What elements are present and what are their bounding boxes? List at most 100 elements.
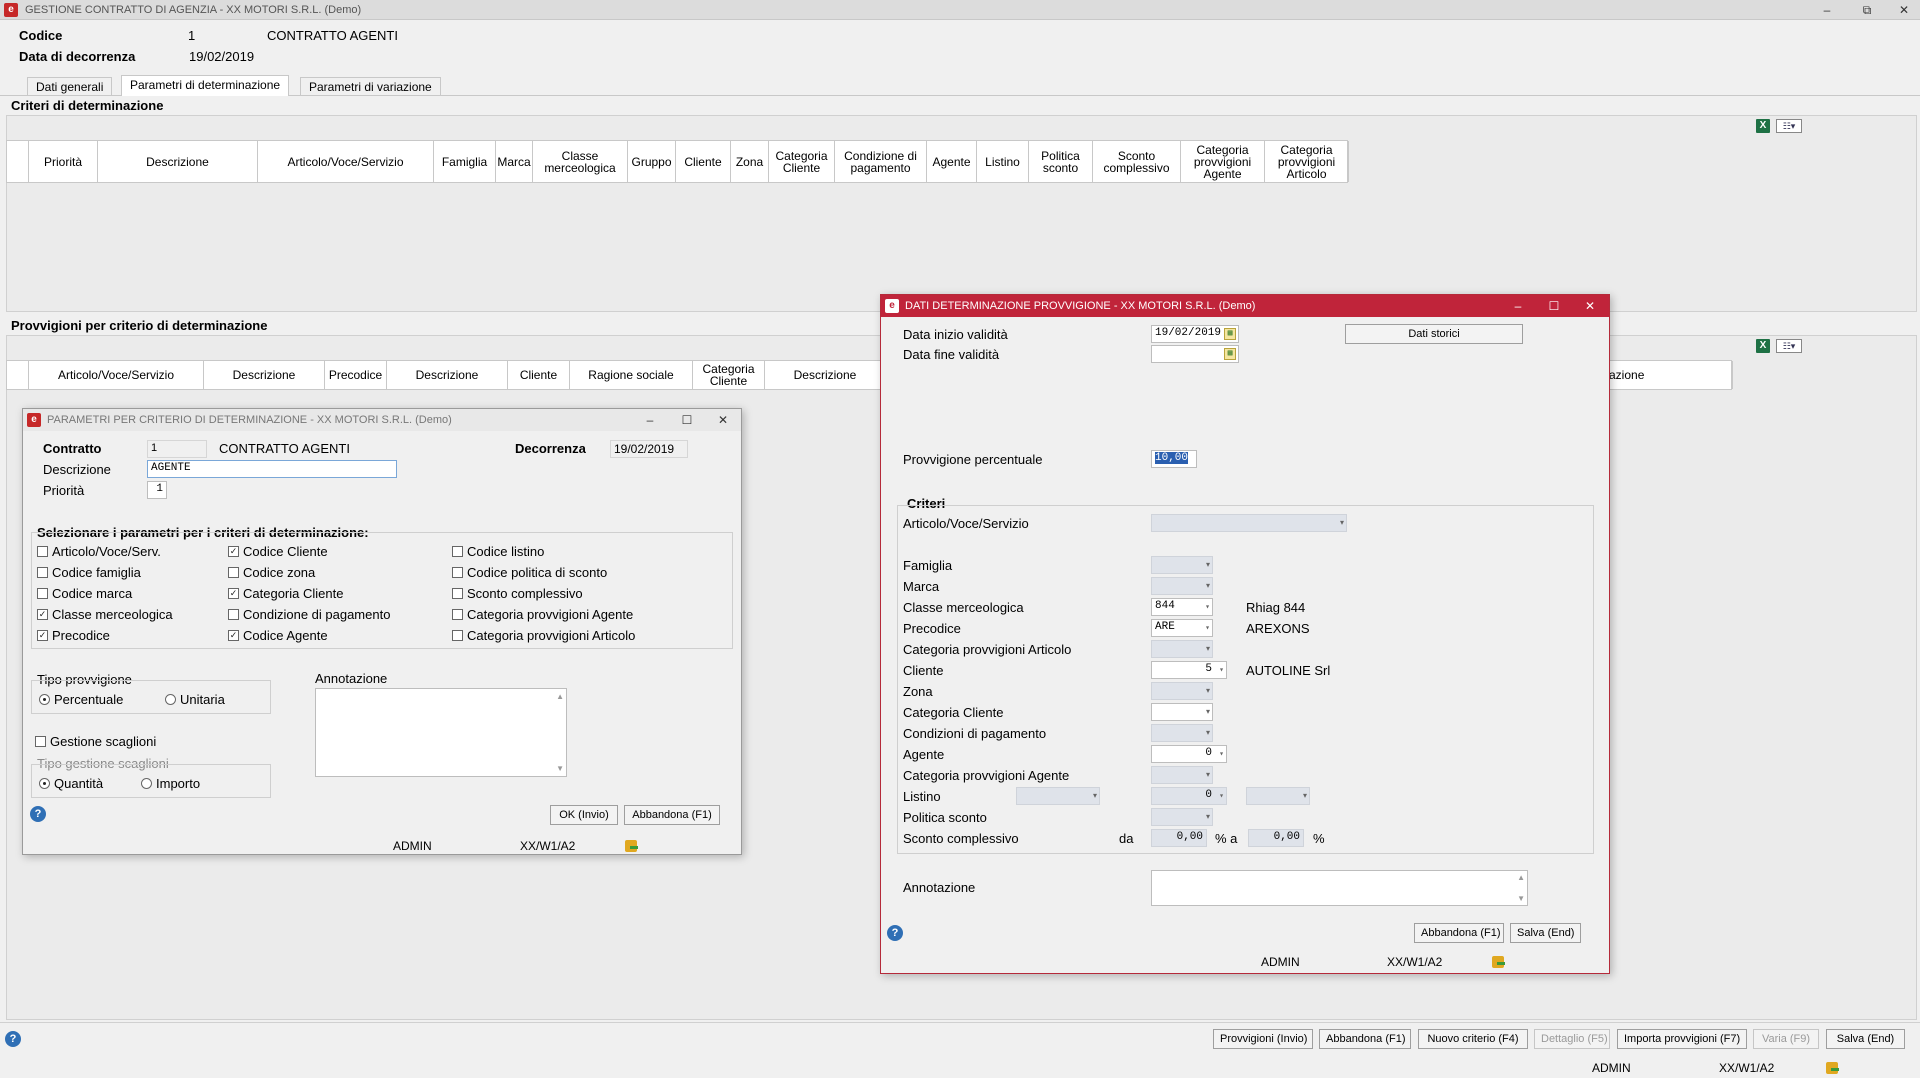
condizioni-pagamento-combo[interactable]: ▾: [1151, 724, 1213, 742]
cat-prov-articolo-combo[interactable]: ▾: [1151, 640, 1213, 658]
priorita-input[interactable]: 1: [147, 481, 167, 499]
col-condizione-pagamento[interactable]: Condizione di pagamento: [835, 141, 927, 182]
col-cliente[interactable]: Cliente: [508, 361, 570, 389]
chk-codice-marca[interactable]: Codice marca: [37, 586, 132, 601]
listino-combo-1[interactable]: ▾: [1016, 787, 1100, 805]
radio-quantita[interactable]: Quantità: [39, 776, 103, 791]
cliente-combo[interactable]: 5 ▾: [1151, 661, 1227, 679]
sconto-da-input[interactable]: 0,00: [1151, 829, 1207, 847]
salva-button[interactable]: Salva (End): [1510, 923, 1581, 943]
col-sconto-complessivo[interactable]: Sconto complessivo: [1093, 141, 1181, 182]
col-agente[interactable]: Agente: [927, 141, 977, 182]
minimize-button[interactable]: –: [1817, 1, 1837, 19]
inizio-validita-input[interactable]: 19/02/2019 ▦: [1151, 325, 1239, 343]
col-ragione-sociale[interactable]: Ragione sociale: [570, 361, 693, 389]
col-cat-prov-articolo[interactable]: Categoria provvigioni Articolo: [1265, 141, 1349, 182]
chk-codice-cliente[interactable]: ✓ Codice Cliente: [228, 544, 328, 559]
excel-export-icon[interactable]: X: [1756, 119, 1770, 133]
cat-prov-agente-combo[interactable]: ▾: [1151, 766, 1213, 784]
listino-combo-2[interactable]: 0 ▾: [1151, 787, 1227, 805]
agente-combo[interactable]: 0 ▾: [1151, 745, 1227, 763]
grid-settings-icon[interactable]: ☷▾: [1776, 339, 1802, 353]
abbandona-button[interactable]: Abbandona (F1): [624, 805, 720, 825]
col-descrizione-2[interactable]: Descrizione: [387, 361, 508, 389]
annotazione-textarea[interactable]: ▲ ▼: [1151, 870, 1528, 906]
chk-precodice[interactable]: ✓ Precodice: [37, 628, 110, 643]
restore-button[interactable]: ⧉: [1857, 1, 1877, 19]
col-categoria-cliente[interactable]: Categoria Cliente: [693, 361, 765, 389]
maximize-button[interactable]: ☐: [1544, 297, 1564, 315]
chk-sconto-complessivo[interactable]: Sconto complessivo: [452, 586, 583, 601]
col-categoria-cliente[interactable]: Categoria Cliente: [769, 141, 835, 182]
radio-percentuale[interactable]: Percentuale: [39, 692, 123, 707]
marca-combo[interactable]: ▾: [1151, 577, 1213, 595]
importa-provvigioni-button[interactable]: Importa provvigioni (F7): [1617, 1029, 1747, 1049]
col-priorita[interactable]: Priorità: [29, 141, 98, 182]
categoria-cliente-combo[interactable]: ▾: [1151, 703, 1213, 721]
tab-parametri-determinazione[interactable]: Parametri di determinazione: [121, 75, 290, 96]
nuovo-criterio-button[interactable]: Nuovo criterio (F4): [1418, 1029, 1528, 1049]
col-gruppo[interactable]: Gruppo: [628, 141, 676, 182]
chk-codice-agente[interactable]: ✓ Codice Agente: [228, 628, 328, 643]
chk-cat-prov-agente[interactable]: Categoria provvigioni Agente: [452, 607, 633, 622]
fine-validita-input[interactable]: ▦: [1151, 345, 1239, 363]
col-articolo[interactable]: Articolo/Voce/Servizio: [29, 361, 204, 389]
ok-button[interactable]: OK (Invio): [550, 805, 618, 825]
abbandona-button[interactable]: Abbandona (F1): [1414, 923, 1504, 943]
help-icon[interactable]: ?: [887, 925, 903, 941]
tab-dati-generali[interactable]: Dati generali: [27, 77, 113, 95]
col-classe-merceologica[interactable]: Classe merceologica: [533, 141, 628, 182]
col-famiglia[interactable]: Famiglia: [434, 141, 496, 182]
calendar-icon[interactable]: ▦: [1224, 348, 1236, 360]
listino-combo-3[interactable]: ▾: [1246, 787, 1310, 805]
chk-codice-politica-sconto[interactable]: Codice politica di sconto: [452, 565, 607, 580]
maximize-button[interactable]: ☐: [677, 411, 697, 429]
dettaglio-button[interactable]: Dettaglio (F5): [1534, 1029, 1610, 1049]
minimize-button[interactable]: –: [640, 411, 660, 429]
politica-sconto-combo[interactable]: ▾: [1151, 808, 1213, 826]
precodice-combo[interactable]: ARE ▾: [1151, 619, 1213, 637]
radio-unitaria[interactable]: Unitaria: [165, 692, 225, 707]
close-button[interactable]: ✕: [1894, 1, 1914, 19]
calendar-icon[interactable]: ▦: [1224, 328, 1236, 340]
classe-merceologica-combo[interactable]: 844 ▾: [1151, 598, 1213, 616]
chk-condizione-pagamento[interactable]: Condizione di pagamento: [228, 607, 390, 622]
chk-classe-merceologica[interactable]: ✓ Classe merceologica: [37, 607, 173, 622]
close-button[interactable]: ✕: [713, 411, 733, 429]
articolo-combo[interactable]: ▾: [1151, 514, 1347, 532]
annotazione-textarea[interactable]: ▲ ▼: [315, 688, 567, 777]
chk-gestione-scaglioni[interactable]: Gestione scaglioni: [35, 734, 156, 749]
excel-export-icon[interactable]: X: [1756, 339, 1770, 353]
chk-codice-famiglia[interactable]: Codice famiglia: [37, 565, 141, 580]
sconto-a-input[interactable]: 0,00: [1248, 829, 1304, 847]
col-precodice[interactable]: Precodice: [325, 361, 387, 389]
col-descrizione[interactable]: Descrizione: [98, 141, 258, 182]
varia-button[interactable]: Varia (F9): [1753, 1029, 1819, 1049]
col-articolo[interactable]: Articolo/Voce/Servizio: [258, 141, 434, 182]
help-icon[interactable]: ?: [30, 806, 46, 822]
tab-parametri-variazione[interactable]: Parametri di variazione: [300, 77, 441, 95]
close-button[interactable]: ✕: [1580, 297, 1600, 315]
grid-settings-icon[interactable]: ☷▾: [1776, 119, 1802, 133]
famiglia-combo[interactable]: ▾: [1151, 556, 1213, 574]
chk-cat-prov-articolo[interactable]: Categoria provvigioni Articolo: [452, 628, 635, 643]
col-descrizione-3[interactable]: Descrizione: [765, 361, 886, 389]
chk-codice-zona[interactable]: Codice zona: [228, 565, 315, 580]
minimize-button[interactable]: –: [1508, 297, 1528, 315]
col-marca[interactable]: Marca: [496, 141, 533, 182]
zona-combo[interactable]: ▾: [1151, 682, 1213, 700]
col-tail[interactable]: zazione: [1601, 361, 1733, 389]
help-icon[interactable]: ?: [5, 1031, 21, 1047]
col-politica-sconto[interactable]: Politica sconto: [1029, 141, 1093, 182]
col-cat-prov-agente[interactable]: Categoria provvigioni Agente: [1181, 141, 1265, 182]
chk-categoria-cliente[interactable]: ✓ Categoria Cliente: [228, 586, 343, 601]
dati-storici-button[interactable]: Dati storici: [1345, 324, 1523, 344]
provvigione-percentuale-input[interactable]: 10,00: [1151, 450, 1197, 468]
provvigioni-button[interactable]: Provvigioni (Invio): [1213, 1029, 1313, 1049]
chk-articolo[interactable]: Articolo/Voce/Serv.: [37, 544, 161, 559]
chk-codice-listino[interactable]: Codice listino: [452, 544, 544, 559]
descrizione-input[interactable]: AGENTE: [147, 460, 397, 478]
salva-button[interactable]: Salva (End): [1826, 1029, 1905, 1049]
col-zona[interactable]: Zona: [731, 141, 769, 182]
radio-importo[interactable]: Importo: [141, 776, 200, 791]
